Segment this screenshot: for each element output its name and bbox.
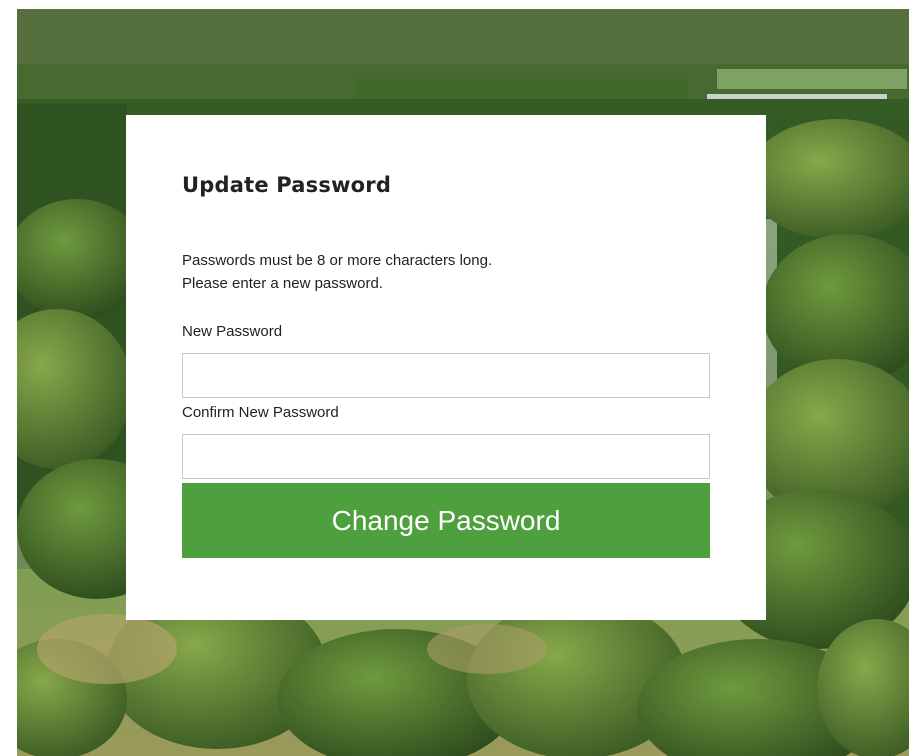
instruction-line: Please enter a new password. (182, 275, 383, 292)
page-viewport: Update Password Passwords must be 8 or m… (17, 9, 909, 756)
change-password-button[interactable]: Change Password (182, 483, 710, 558)
password-requirements-text: Passwords must be 8 or more characters l… (182, 249, 492, 295)
requirements-line: Passwords must be 8 or more characters l… (182, 252, 493, 269)
confirm-password-input[interactable] (182, 434, 710, 479)
update-password-card: Update Password Passwords must be 8 or m… (126, 115, 766, 620)
confirm-password-label: Confirm New Password (182, 404, 339, 421)
page-title: Update Password (182, 173, 392, 197)
new-password-label: New Password (182, 323, 283, 340)
new-password-input[interactable] (182, 353, 710, 398)
